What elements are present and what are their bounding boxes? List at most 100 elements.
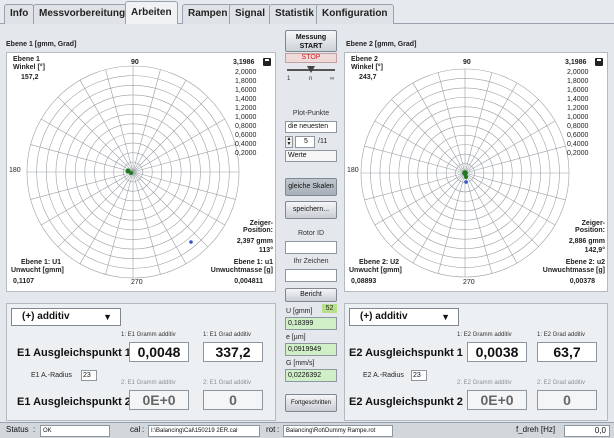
- tab-statistik[interactable]: Statistik: [269, 4, 320, 24]
- center-value-column: U [gmm] 0,18399 e [µm] 0,0919949 G [mm/s…: [282, 306, 340, 426]
- rotor-id-input[interactable]: [285, 241, 337, 254]
- right-angle-top: 90: [463, 59, 471, 66]
- left-winkel-value: 157,2: [21, 74, 39, 81]
- polar-spoke: [132, 69, 161, 173]
- right-point1-gramm[interactable]: 0,0038: [467, 342, 527, 362]
- polar-spoke: [132, 96, 209, 173]
- save-icon[interactable]: [263, 58, 271, 66]
- polar-spoke: [464, 145, 566, 174]
- left-point1-gramm[interactable]: 0,0048: [129, 342, 189, 362]
- left-point2-label: E1 Ausgleichspunkt 2: [17, 396, 131, 408]
- right-polar-plot-panel: Ebene 2 Winkel [°] 243,7 90 180 270 3,19…: [344, 52, 608, 292]
- right-scale-label: 0,8000: [567, 123, 589, 130]
- messung-start-button[interactable]: Messung START: [285, 30, 337, 52]
- fdreh-value: 0,0: [564, 425, 610, 437]
- left-u-value: 0,1107: [13, 278, 35, 285]
- left-scale-label: 0,8000: [235, 123, 257, 130]
- werte-field: Werte: [285, 150, 337, 162]
- left-plot-title: Ebene 1 [gmm, Grad]: [6, 41, 77, 48]
- polar-spoke: [79, 171, 134, 264]
- right-point2-grad[interactable]: 0: [537, 390, 597, 410]
- g-value: 0,0226392: [285, 369, 337, 382]
- slider-tick: ∞: [330, 76, 335, 82]
- polar-spoke: [41, 118, 134, 173]
- status-bar: Status: OK cal: I:\Balancing\Cal\150219 …: [0, 422, 614, 438]
- slider-tick: 1: [287, 76, 291, 82]
- right-scale-label: 1,6000: [567, 87, 589, 94]
- left-angle-left: 180: [9, 167, 21, 174]
- right-point1-grad[interactable]: 63,7: [537, 342, 597, 362]
- left-radius-label: E1 A.-Radius: [31, 372, 72, 379]
- polar-spoke: [464, 120, 556, 174]
- stop-button[interactable]: STOP: [285, 53, 337, 63]
- left-zeiger-label: Zeiger- Position:: [243, 220, 273, 234]
- tab-info[interactable]: Info: [4, 4, 35, 24]
- tab-bar: Info Messvorbereitung Arbeiten Rampen Si…: [0, 0, 614, 25]
- polar-spoke: [79, 80, 134, 173]
- polar-spoke: [105, 171, 134, 275]
- cal-label: cal: [130, 425, 141, 434]
- fortgeschritten-button[interactable]: Fortgeschritten: [285, 394, 337, 412]
- status-value: OK: [40, 425, 110, 437]
- polar-spoke: [132, 171, 236, 200]
- plot-punkte-mode-select[interactable]: die neuesten: [285, 121, 337, 133]
- left-scale-label: 2,0000: [235, 69, 257, 76]
- u-value: 0,18399: [285, 317, 337, 330]
- left-scale-label: 0,6000: [235, 132, 257, 139]
- left-angle-top: 90: [131, 59, 139, 66]
- polar-spoke: [412, 82, 466, 174]
- polar-spoke: [464, 172, 539, 247]
- slider-tick: n: [309, 76, 313, 82]
- right-scale-label: 0,2000: [567, 150, 589, 157]
- right-hdr-gramm-2: 2: E2 Gramm additiv: [457, 380, 512, 386]
- right-winkel-label-1: Ebene 2: [351, 56, 378, 63]
- right-point1-label: E2 Ausgleichspunkt 1: [349, 347, 463, 359]
- plot-punkte-stepper[interactable]: ▲ ▼: [285, 136, 293, 148]
- right-radius-input[interactable]: 23: [411, 370, 427, 381]
- right-current-point: [462, 170, 468, 176]
- left-point1-grad[interactable]: 337,2: [203, 342, 263, 362]
- ihr-zeichen-input[interactable]: [285, 269, 337, 282]
- right-point2-gramm[interactable]: 0E+0: [467, 390, 527, 410]
- right-mode-dropdown[interactable]: (+) additiv ▼: [349, 308, 459, 326]
- save-icon[interactable]: [595, 58, 603, 66]
- chevron-down-icon: ▼: [103, 312, 112, 322]
- left-angle-bottom: 270: [131, 279, 143, 286]
- polar-spoke: [464, 172, 518, 264]
- rot-label: rot: [266, 425, 276, 434]
- tab-rampen[interactable]: Rampen: [182, 4, 234, 24]
- right-u-label-1: Ebene 2: U2: [359, 259, 400, 266]
- polar-spoke: [132, 144, 236, 173]
- left-winkel-label-2: Winkel [°]: [13, 64, 45, 71]
- right-cursor-point: [464, 180, 468, 184]
- polar-spoke: [391, 99, 466, 174]
- tab-arbeiten[interactable]: Arbeiten: [125, 1, 178, 25]
- polar-spoke: [132, 171, 209, 248]
- polar-spoke: [412, 172, 466, 264]
- tab-konfiguration[interactable]: Konfiguration: [316, 4, 394, 24]
- left-zeiger-angle: 113°: [258, 247, 273, 254]
- bericht-button[interactable]: Bericht: [285, 288, 337, 302]
- right-m-value: 0,00378: [569, 278, 595, 285]
- polar-spoke: [464, 99, 539, 174]
- left-point2-grad[interactable]: 0: [203, 390, 263, 410]
- right-plot-points: [462, 170, 468, 184]
- slider-handle[interactable]: [307, 66, 315, 73]
- speichern-button[interactable]: speichern...: [285, 201, 337, 219]
- right-scale-label: 1,8000: [567, 78, 589, 85]
- cal-file-field: I:\Balancing\Cal\150219 2ER.cal: [148, 425, 260, 437]
- main-area: Ebene 1 [gmm, Grad] Ebene 1 Winkel [°] 1…: [0, 24, 614, 422]
- left-polar-plot-panel: Ebene 1 Winkel [°] 157,2 90 180 270 3,19…: [6, 52, 276, 292]
- tab-messvorbereitung[interactable]: Messvorbereitung: [33, 4, 132, 24]
- e-value: 0,0919949: [285, 343, 337, 356]
- left-hdr-grad-2: 2: E1 Grad additiv: [203, 380, 252, 386]
- left-point2-gramm[interactable]: 0E+0: [129, 390, 189, 410]
- plot-punkte-count[interactable]: 5: [295, 136, 315, 148]
- left-zeiger-value: 2,397 gmm: [236, 238, 273, 245]
- left-mode-dropdown[interactable]: (+) additiv ▼: [11, 308, 121, 326]
- gleiche-skalen-button[interactable]: gleiche Skalen: [285, 178, 337, 196]
- left-radius-input[interactable]: 23: [81, 370, 97, 381]
- left-m-value: 0,004811: [234, 278, 263, 285]
- polar-spoke: [464, 172, 493, 274]
- tab-signal[interactable]: Signal: [229, 4, 272, 24]
